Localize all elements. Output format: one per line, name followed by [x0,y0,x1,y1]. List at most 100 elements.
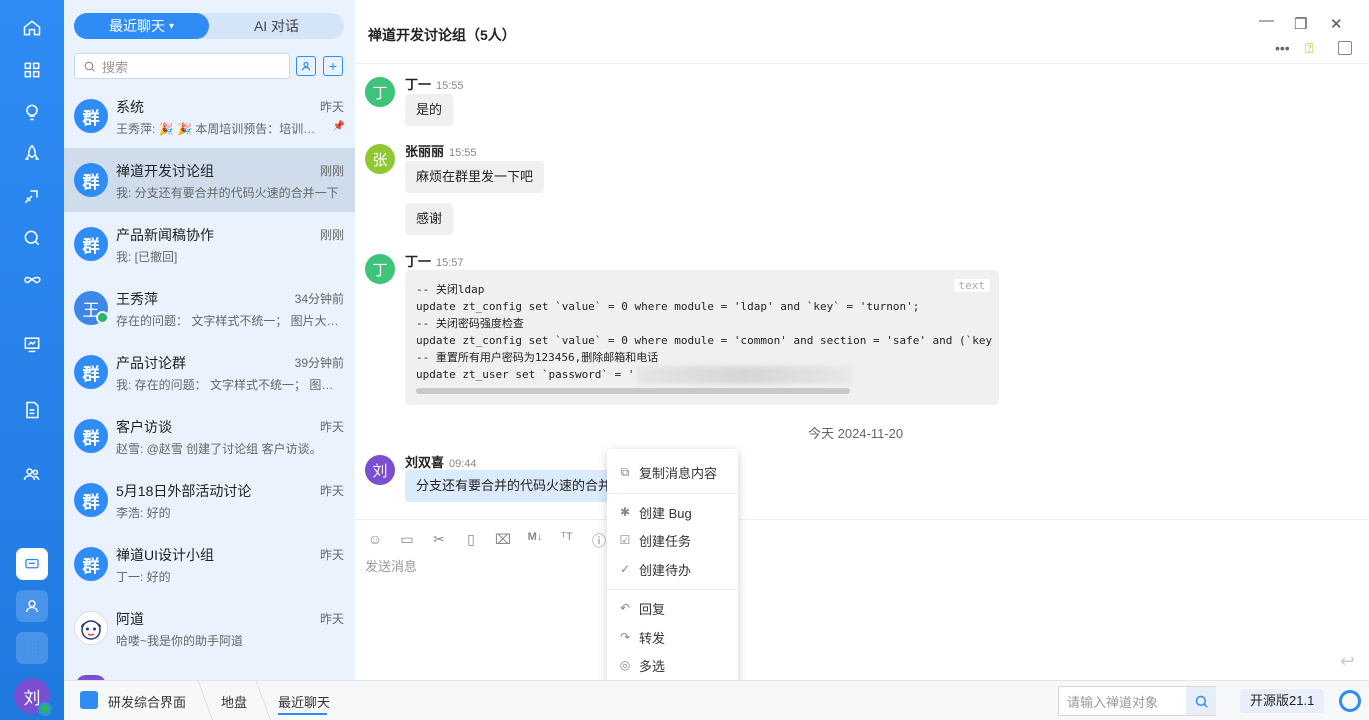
menu-multi-select[interactable]: ◎ 多选 [607,652,738,678]
menu-copy-label: 复制消息内容 [639,465,718,481]
app-rail: 刘 [0,0,64,720]
chat-time: 昨天 [319,484,344,498]
version-badge[interactable]: 开源版21.1 [1240,689,1325,713]
restore-icon[interactable]: ❐ [1294,15,1307,33]
breadcrumb-dashboard[interactable]: 地盘 [221,692,247,711]
code-line: -- 关闭密码强度检查 [416,317,524,330]
code-line: update zt_config set `value` = 0 where m… [416,300,920,313]
contacts-icon[interactable] [16,590,48,622]
menu-bug-label: 创建 Bug [639,505,692,521]
menu-create-task[interactable]: ☑ 创建任务 [607,527,738,553]
user-avatar[interactable]: 刘 [14,678,52,716]
sender-avatar[interactable]: 刘 [365,455,395,485]
add-chat-icon[interactable]: + [323,56,343,76]
dashboard-icon[interactable] [16,328,48,360]
rocket-icon[interactable] [16,138,48,170]
chat-item-customer-interview[interactable]: 群 客户访谈 昨天 赵雪: @赵雪 创建了讨论组 客户访谈。 [64,404,355,468]
text-format-icon[interactable]: ᵀT [557,531,577,551]
chat-name: 5月18日外部活动讨论 [116,483,252,499]
date-separator: 今天 2024-11-20 [808,426,904,441]
sender-name: 张丽丽 15:55 [405,141,477,160]
emoji-icon[interactable]: ☺ [365,531,385,551]
chat-item-wang-xiuping[interactable]: 王 王秀萍 34分钟前 存在的问题： 文字样式不统一； 图片大小不一 [64,276,355,340]
search-button[interactable] [1186,687,1216,715]
message-input[interactable]: 发送消息 [365,556,417,575]
more-icon[interactable]: ••• [1275,40,1290,56]
menu-forward[interactable]: ↷ 转发 [607,624,738,650]
chat-item-system[interactable]: 群 系统 昨天 王秀萍: 🎉 🎉 本周培训预告：培训主题 📌 [64,84,355,148]
message-bubble-own[interactable]: 分支还有要合并的代码火速的合并 [405,470,635,502]
chat-name: 禅道开发讨论组 [116,163,214,179]
tab-recent-chats[interactable]: 最近聊天 ▾ [74,13,209,39]
menu-task-label: 创建任务 [639,533,692,549]
lightbulb-icon[interactable] [16,96,48,128]
menu-multi-label: 多选 [639,658,666,674]
code-block[interactable]: -- 关闭ldap update zt_config set `value` =… [405,270,999,405]
menu-create-todo[interactable]: ✓ 创建待办 [607,556,738,582]
horizontal-scrollbar[interactable] [416,388,850,394]
chat-item-product-news[interactable]: 群 产品新闻稿协作 刚刚 我: [已撤回] [64,212,355,276]
zentao-logo-icon[interactable] [1339,690,1361,712]
search-input[interactable]: 搜索 [74,53,290,79]
markdown-icon[interactable]: M↓ [525,531,545,551]
bottom-bar: 研发综合界面 地盘 最近聊天 请输入禅道对象 开源版21.1 [64,680,1369,720]
code-icon[interactable]: ⌧ [493,531,513,551]
sidebar-toggle-icon[interactable] [1338,41,1352,55]
menu-reply-label: 回复 [639,601,666,617]
sprint-icon[interactable] [16,180,48,212]
notice-icon[interactable]: ⍰ [1305,40,1313,57]
chat-item-zentao-dev[interactable]: 群 禅道开发讨论组 刚刚 我: 分支还有要合并的代码火速的合并一下 [64,148,355,212]
chat-preview: 丁一: 好的 [116,570,171,584]
grid-icon[interactable] [16,54,48,86]
bottom-app-name[interactable]: 研发综合界面 [108,692,186,711]
menu-reply[interactable]: ↶ 回复 [607,595,738,621]
chat-preview: 李浩: 好的 [116,506,171,520]
message-bubble[interactable]: 感谢 [405,203,454,235]
home-icon[interactable] [16,12,48,44]
chat-preview: 我: 存在的问题： 文字样式不统一； 图片大小 [116,378,340,392]
message-bubble[interactable]: 是的 [405,94,454,126]
minimize-icon[interactable]: — [1259,12,1274,29]
breadcrumb-recent-chats[interactable]: 最近聊天 [278,692,330,711]
message-bubble[interactable]: 麻烦在群里发一下吧 [405,161,545,193]
chat-item-adao[interactable]: 阿道 昨天 哈喽~我是你的助手阿道 [64,596,355,660]
sender-avatar[interactable]: 张 [365,144,395,174]
chat-time: 昨天 [319,100,344,114]
close-icon[interactable]: ✕ [1330,15,1343,33]
forward-icon: ↷ [619,630,631,644]
group-avatar: 群 [74,483,108,517]
tab-ai-chat[interactable]: AI 对话 [209,13,344,39]
chat-name: 王秀萍 [116,291,158,307]
code-line: -- 关闭ldap [416,283,485,296]
help-icon[interactable]: ⓘ [589,531,609,551]
sender-avatar[interactable]: 丁 [365,77,395,107]
send-icon[interactable]: ↩ [1340,651,1355,672]
contacts-book-icon[interactable] [296,56,316,76]
chat-item-may18-event[interactable]: 群 5月18日外部活动讨论 昨天 李浩: 好的 [64,468,355,532]
scissors-icon[interactable]: ✂ [429,531,449,551]
apps-grid-icon[interactable] [16,632,48,664]
message-time: 09:44 [449,458,477,470]
sender-name-text: 丁一 [405,254,432,269]
search-circle-icon[interactable] [16,222,48,254]
chat-name: 产品新闻稿协作 [116,227,214,243]
chat-app-icon[interactable] [16,548,48,580]
document-icon[interactable] [16,394,48,426]
sender-avatar[interactable]: 丁 [365,254,395,284]
image-icon[interactable]: ▭ [397,531,417,551]
sender-name-text: 张丽丽 [405,144,445,159]
chat-preview: 我: 分支还有要合并的代码火速的合并一下 [116,186,339,200]
sender-name: 丁一 15:55 [405,74,464,93]
online-status-icon [96,311,109,324]
chat-item-product-discussion[interactable]: 群 产品讨论群 39分钟前 我: 存在的问题： 文字样式不统一； 图片大小 [64,340,355,404]
chat-time: 昨天 [319,612,344,626]
group-avatar: 群 [74,355,108,389]
menu-copy-message[interactable]: ⧉ 复制消息内容 [607,459,738,485]
menu-create-bug[interactable]: ✱ 创建 Bug [607,499,738,525]
chat-title: 禅道开发讨论组（5人） [368,27,516,43]
team-icon[interactable] [16,458,48,490]
file-icon[interactable]: ▯ [461,531,481,551]
infinity-icon[interactable] [16,264,48,296]
chat-preview: 赵雪: @赵雪 创建了讨论组 客户访谈。 [116,442,322,456]
chat-item-ui-design[interactable]: 群 禅道UI设计小组 昨天 丁一: 好的 [64,532,355,596]
